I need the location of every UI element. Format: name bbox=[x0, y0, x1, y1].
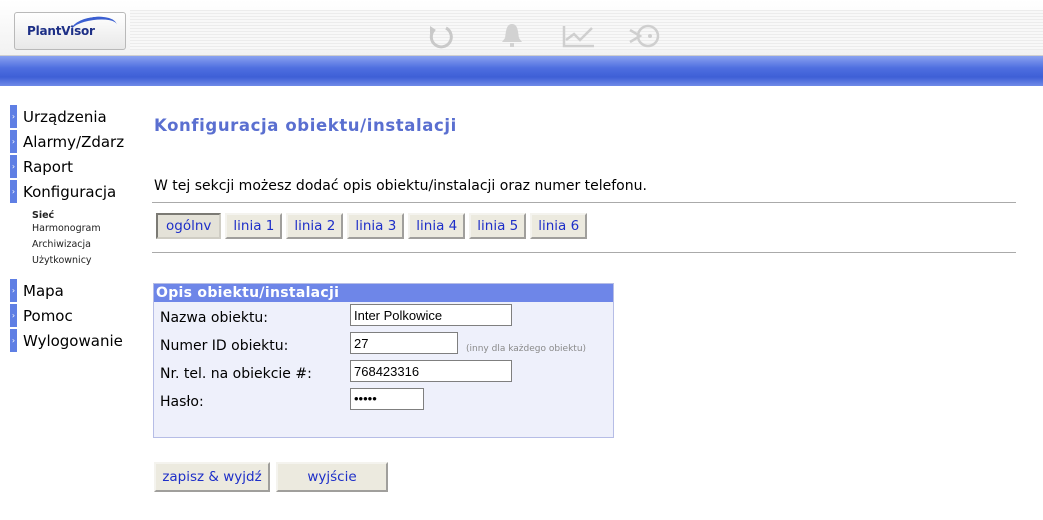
submenu-item-siec[interactable]: Sieć bbox=[32, 208, 146, 223]
top-header: PlantVisor bbox=[0, 0, 1043, 56]
sidebar-item-label: Wylogowanie bbox=[23, 331, 123, 350]
tab-linia-2[interactable]: linia 2 bbox=[286, 213, 344, 239]
chevron-right-icon: › bbox=[10, 155, 17, 178]
chevron-right-icon: › bbox=[10, 304, 17, 327]
tab-linia-3[interactable]: linia 3 bbox=[347, 213, 405, 239]
alarm-bell-icon[interactable] bbox=[494, 22, 530, 50]
page-title: Konfiguracja obiektu/instalacji bbox=[154, 116, 457, 135]
sidebar-item-urzadzenia[interactable]: › Urządzenia bbox=[10, 104, 146, 129]
panel-heading: Opis obiektu/instalacji bbox=[154, 284, 613, 302]
blue-banner bbox=[0, 56, 1043, 86]
sidebar: › Urządzenia › Alarmy/Zdarz › Raport › K… bbox=[10, 104, 146, 353]
site-name-field[interactable] bbox=[350, 304, 512, 326]
phone-field[interactable] bbox=[350, 360, 512, 382]
sidebar-item-konfiguracja[interactable]: › Konfiguracja bbox=[10, 179, 146, 204]
sidebar-submenu: Sieć Harmonogram Archiwizacja Użytkownic… bbox=[32, 208, 146, 268]
service-icon[interactable] bbox=[628, 22, 664, 50]
phone-label: Nr. tel. na obiekcie #: bbox=[160, 366, 312, 382]
sidebar-item-label: Raport bbox=[23, 157, 74, 176]
password-field[interactable]: ••••• bbox=[350, 388, 424, 410]
chevron-right-icon: › bbox=[10, 180, 17, 203]
refresh-icon[interactable] bbox=[424, 22, 460, 50]
sidebar-item-wylogowanie[interactable]: › Wylogowanie bbox=[10, 328, 146, 353]
sidebar-item-label: Urządzenia bbox=[23, 107, 107, 126]
tab-linia-1[interactable]: linia 1 bbox=[225, 213, 283, 239]
sidebar-item-mapa[interactable]: › Mapa bbox=[10, 278, 146, 303]
sidebar-item-pomoc[interactable]: › Pomoc bbox=[10, 303, 146, 328]
password-label: Hasło: bbox=[160, 394, 204, 410]
sidebar-item-alarmy[interactable]: › Alarmy/Zdarz bbox=[10, 129, 146, 154]
site-description-panel: Opis obiektu/instalacji Nazwa obiektu: N… bbox=[153, 283, 614, 438]
chevron-right-icon: › bbox=[10, 105, 17, 128]
divider bbox=[152, 202, 1016, 203]
site-id-hint: (inny dla każdego obiektu) bbox=[466, 344, 587, 354]
divider bbox=[152, 252, 1016, 253]
sidebar-item-label: Mapa bbox=[23, 281, 64, 300]
tab-linia-6[interactable]: linia 6 bbox=[530, 213, 588, 239]
submenu-item-archiwizacja[interactable]: Archiwizacja bbox=[32, 239, 146, 250]
tab-ogolny[interactable]: ogólnv bbox=[156, 213, 222, 239]
submenu-item-uzytkownicy[interactable]: Użytkownicy bbox=[32, 254, 146, 268]
chevron-right-icon: › bbox=[10, 130, 17, 153]
submenu-item-harmonogram[interactable]: Harmonogram bbox=[32, 223, 146, 234]
sidebar-item-label: Alarmy/Zdarz bbox=[23, 132, 125, 151]
plantvisor-logo[interactable]: PlantVisor bbox=[14, 12, 126, 50]
id-label: Numer ID obiektu: bbox=[160, 338, 289, 354]
sidebar-item-label: Konfiguracja bbox=[23, 182, 117, 201]
trend-chart-icon[interactable] bbox=[560, 22, 596, 50]
site-id-field[interactable] bbox=[350, 332, 458, 354]
chevron-right-icon: › bbox=[10, 279, 17, 302]
page-description: W tej sekcji możesz dodać opis obiektu/i… bbox=[154, 178, 647, 194]
logo-swoosh bbox=[69, 13, 119, 43]
sidebar-item-label: Pomoc bbox=[23, 306, 73, 325]
tab-linia-5[interactable]: linia 5 bbox=[469, 213, 527, 239]
exit-button[interactable]: wyjście bbox=[276, 462, 388, 492]
sidebar-item-raport[interactable]: › Raport bbox=[10, 154, 146, 179]
chevron-right-icon: › bbox=[10, 329, 17, 352]
tab-linia-4[interactable]: linia 4 bbox=[408, 213, 466, 239]
tab-bar: ogólnv linia 1 linia 2 linia 3 linia 4 l… bbox=[156, 213, 591, 239]
name-label: Nazwa obiektu: bbox=[160, 310, 269, 326]
save-exit-button[interactable]: zapisz & wyjdź bbox=[154, 462, 270, 492]
